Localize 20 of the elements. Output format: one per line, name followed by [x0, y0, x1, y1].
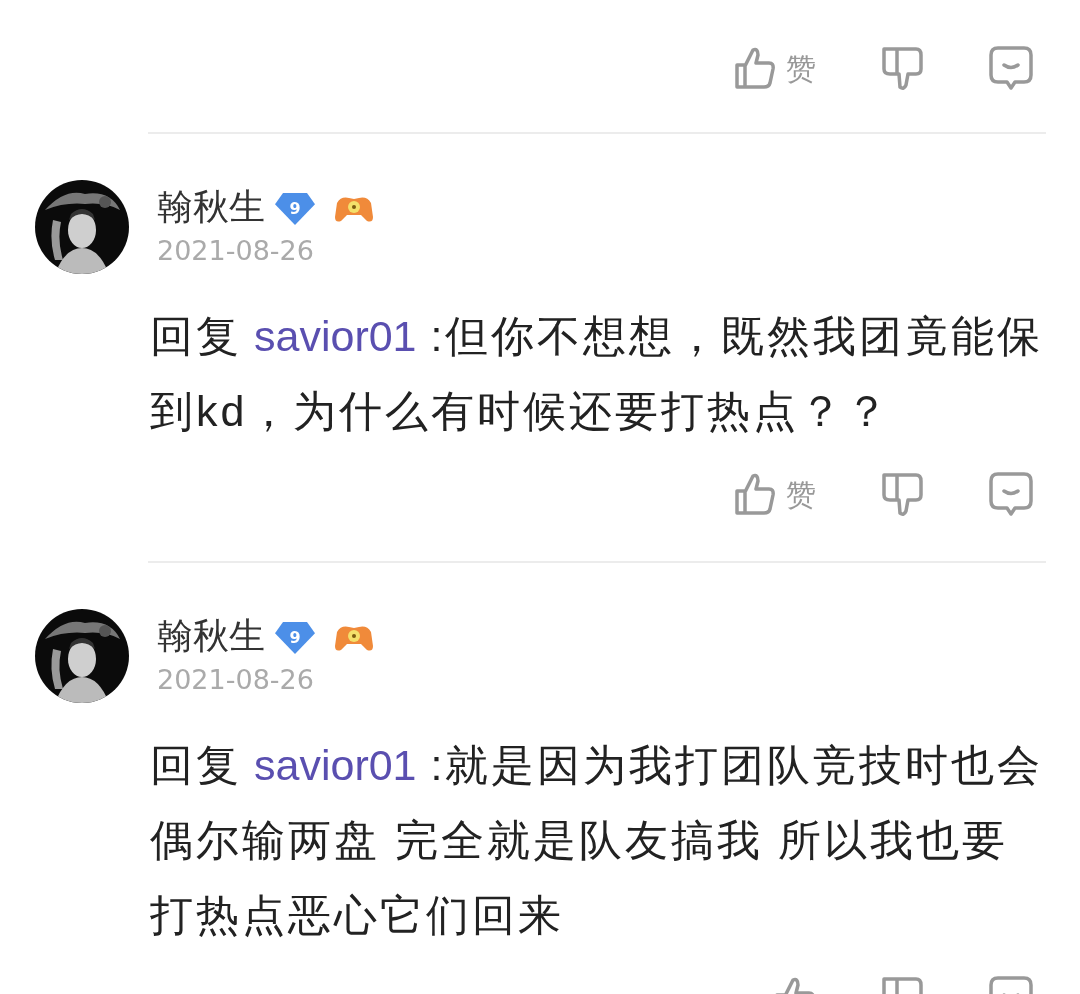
- user-link[interactable]: savior01: [254, 741, 417, 789]
- comment-text: 回复 savior01 :就是因为我打团队竞技时也会偶尔输两盘 完全就是队友搞我 所以我也要打热点恶心它们回来: [150, 740, 1044, 941]
- comment-icon: [988, 471, 1034, 517]
- thumbs-up-icon: [734, 472, 776, 516]
- user-name[interactable]: 翰秋生: [157, 615, 265, 656]
- thumbs-up-icon: [734, 46, 776, 90]
- comment-icon: [988, 45, 1034, 91]
- level-badge: 9: [275, 622, 315, 654]
- comment-button[interactable]: [988, 45, 1034, 91]
- comment-date: 2021-08-26: [157, 663, 315, 697]
- comment-text: 回复 savior01 :但你不想想，既然我团竟能保到kd，为什么有时候还要打热点？？: [150, 311, 1044, 437]
- dislike-button[interactable]: [880, 471, 924, 517]
- level-badge: 9: [275, 193, 315, 225]
- user-link[interactable]: savior01: [254, 312, 417, 360]
- thumbs-down-icon: [880, 471, 924, 517]
- thumbs-down-icon: [880, 45, 924, 91]
- user-name[interactable]: 翰秋生: [157, 186, 265, 227]
- dislike-button[interactable]: [880, 45, 924, 91]
- comment-button[interactable]: [988, 471, 1034, 517]
- comment-date: 2021-08-26: [157, 234, 315, 268]
